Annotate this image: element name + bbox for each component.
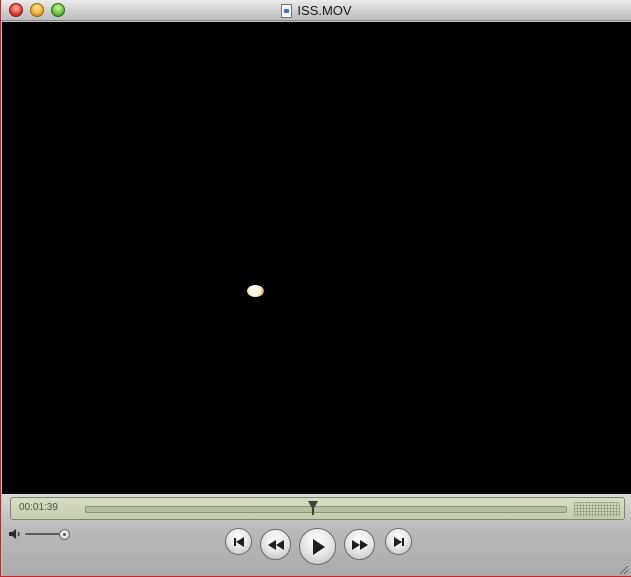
fast-forward-icon bbox=[351, 539, 368, 550]
elapsed-time: 00:01:39 bbox=[19, 502, 58, 513]
fast-forward-button[interactable] bbox=[344, 529, 375, 560]
lcd-pattern bbox=[574, 502, 620, 517]
skip-to-start-icon bbox=[233, 536, 244, 547]
controller-bar: 00:01:39 bbox=[2, 494, 631, 576]
resize-grip-icon[interactable] bbox=[617, 563, 629, 575]
rewind-button[interactable] bbox=[260, 529, 291, 560]
playhead-stem[interactable] bbox=[312, 507, 314, 515]
skip-to-end-icon bbox=[393, 536, 404, 547]
speaker-icon[interactable] bbox=[8, 527, 22, 539]
timeline-track[interactable] bbox=[85, 506, 567, 513]
movie-file-icon bbox=[281, 3, 293, 18]
skip-to-start-button[interactable] bbox=[225, 528, 252, 555]
time-lcd: 00:01:39 bbox=[10, 497, 625, 520]
title-bar[interactable]: ISS.MOV bbox=[1, 0, 631, 21]
play-icon bbox=[312, 538, 325, 555]
window-title-group: ISS.MOV bbox=[1, 0, 631, 21]
video-bright-object bbox=[247, 285, 264, 297]
rewind-icon bbox=[267, 539, 284, 550]
window-title: ISS.MOV bbox=[297, 3, 352, 18]
volume-knob[interactable] bbox=[59, 529, 70, 540]
play-button[interactable] bbox=[299, 528, 336, 565]
speaker-icon-svg bbox=[9, 529, 20, 539]
quicktime-window: ISS.MOV 00:01:39 bbox=[0, 0, 631, 577]
skip-to-end-button[interactable] bbox=[385, 528, 412, 555]
video-viewport[interactable] bbox=[2, 22, 631, 494]
